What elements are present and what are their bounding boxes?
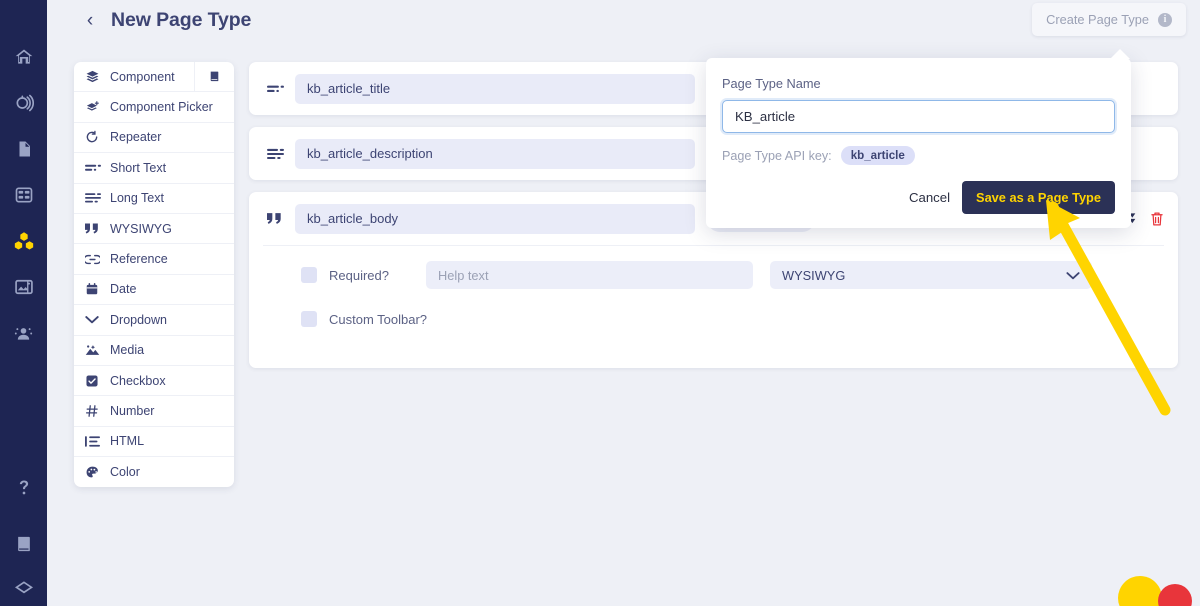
book-icon[interactable] [0, 516, 47, 572]
create-page-type-label: Create Page Type [1046, 12, 1149, 27]
palette-item-label: Color [110, 465, 140, 480]
page-type-name-label: Page Type Name [722, 76, 821, 91]
palette-item-label: Long Text [110, 191, 164, 206]
left-nav-rail [0, 0, 47, 606]
palette-item-label: Repeater [110, 130, 162, 145]
palette-item-checkbox[interactable]: Checkbox [74, 366, 234, 397]
media-icon[interactable] [0, 264, 47, 310]
components-icon[interactable] [0, 218, 47, 264]
palette-item-label: Number [110, 403, 155, 418]
back-button[interactable]: ‹ [81, 7, 99, 33]
field-name-input[interactable]: kb_article_description [295, 138, 695, 169]
palette-item-label: HTML [110, 434, 145, 449]
field-name-input[interactable]: kb_article_body [295, 203, 695, 234]
app-root: ‹ New Page Type Create Page Type i Compo… [0, 0, 1200, 606]
long-text-icon [263, 147, 287, 161]
image-icon [85, 342, 104, 358]
field-type-value: WYSIWYG [782, 267, 846, 283]
palette-item-component-picker[interactable]: Component Picker [74, 92, 234, 123]
palette-item-dropdown[interactable]: Dropdown [74, 305, 234, 336]
broadcast-icon[interactable] [0, 80, 47, 126]
layers-icon [85, 69, 104, 85]
palette-item-label: Component [110, 69, 175, 84]
help-text-input[interactable]: Help text [426, 261, 753, 289]
top-bar: ‹ New Page Type Create Page Type i [47, 0, 1200, 40]
palette-item-label: Media [110, 343, 145, 358]
field-type-select[interactable]: WYSIWYG [770, 261, 1092, 289]
quote-icon [263, 212, 287, 225]
palette-item-reference[interactable]: Reference [74, 244, 234, 275]
page-title: New Page Type [111, 8, 252, 31]
chevron-down-icon [85, 312, 104, 328]
users-icon[interactable] [0, 310, 47, 356]
save-as-page-type-button[interactable]: Save as a Page Type [962, 181, 1115, 214]
palette-item-label: Checkbox [110, 373, 166, 388]
notification-bubble-red[interactable] [1158, 584, 1192, 606]
dashboard-icon[interactable] [0, 172, 47, 218]
palette-docs-book-icon[interactable] [194, 62, 234, 92]
palette-icon [85, 464, 104, 480]
palette-item-label: Component Picker [110, 100, 213, 115]
field-settings-row-2: Custom Toolbar? [263, 302, 1164, 336]
info-icon[interactable]: i [1158, 12, 1172, 27]
hash-icon [85, 403, 104, 419]
logo-icon [0, 572, 47, 606]
home-icon[interactable] [0, 34, 47, 80]
palette-item-wysiwyg[interactable]: WYSIWYG [74, 214, 234, 245]
page-icon[interactable] [0, 126, 47, 172]
field-settings: Required? Help text WYSIWYG Custom Toolb… [249, 246, 1178, 368]
palette-item-repeater[interactable]: Repeater [74, 123, 234, 154]
palette-item-label: WYSIWYG [110, 221, 172, 236]
palette-item-color[interactable]: Color [74, 457, 234, 487]
required-checkbox[interactable] [301, 267, 317, 283]
palette-item-media[interactable]: Media [74, 336, 234, 366]
create-page-type-button[interactable]: Create Page Type i [1032, 3, 1186, 36]
page-type-name-modal: Page Type Name KB_article Page Type API … [706, 49, 1131, 228]
palette-item-component[interactable]: Component [74, 62, 234, 93]
palette-item-label: Dropdown [110, 312, 167, 327]
delete-icon[interactable] [1150, 211, 1164, 227]
chat-bubble-yellow[interactable] [1118, 576, 1162, 606]
calendar-icon [85, 281, 104, 297]
quote-icon [85, 221, 104, 237]
palette-item-date[interactable]: Date [74, 275, 234, 306]
modal-actions: Cancel Save as a Page Type [722, 181, 1115, 214]
field-type-palette: Component Component Picker Repeater Shor… [74, 62, 234, 488]
custom-toolbar-label: Custom Toolbar? [329, 311, 428, 327]
help-icon[interactable] [0, 460, 47, 516]
page-type-api-key-value: kb_article [840, 146, 915, 165]
field-settings-row-1: Required? Help text WYSIWYG [263, 258, 1164, 292]
layers-plus-icon [85, 99, 104, 115]
page-type-api-key-label: Page Type API key: [722, 148, 832, 163]
palette-item-long-text[interactable]: Long Text [74, 184, 234, 214]
palette-item-short-text[interactable]: Short Text [74, 153, 234, 184]
list-icon [85, 433, 104, 449]
page-type-api-key-row: Page Type API key: kb_article [722, 146, 1115, 165]
palette-item-label: Date [110, 282, 137, 297]
reference-icon [85, 251, 104, 267]
page-type-name-input[interactable]: KB_article [722, 100, 1115, 133]
short-text-icon [263, 83, 287, 95]
palette-item-label: Reference [110, 252, 168, 267]
required-label: Required? [329, 267, 389, 283]
cancel-button[interactable]: Cancel [909, 190, 950, 205]
long-text-icon [85, 190, 104, 206]
short-text-icon [85, 160, 104, 176]
checkbox-icon [85, 373, 104, 389]
refresh-icon [85, 129, 104, 145]
modal-pointer [1110, 49, 1130, 59]
palette-item-number[interactable]: Number [74, 396, 234, 427]
palette-item-html[interactable]: HTML [74, 427, 234, 458]
custom-toolbar-checkbox[interactable] [301, 311, 317, 327]
field-name-input[interactable]: kb_article_title [295, 73, 695, 104]
palette-item-label: Short Text [110, 160, 167, 175]
chevron-down-icon [1066, 268, 1080, 283]
